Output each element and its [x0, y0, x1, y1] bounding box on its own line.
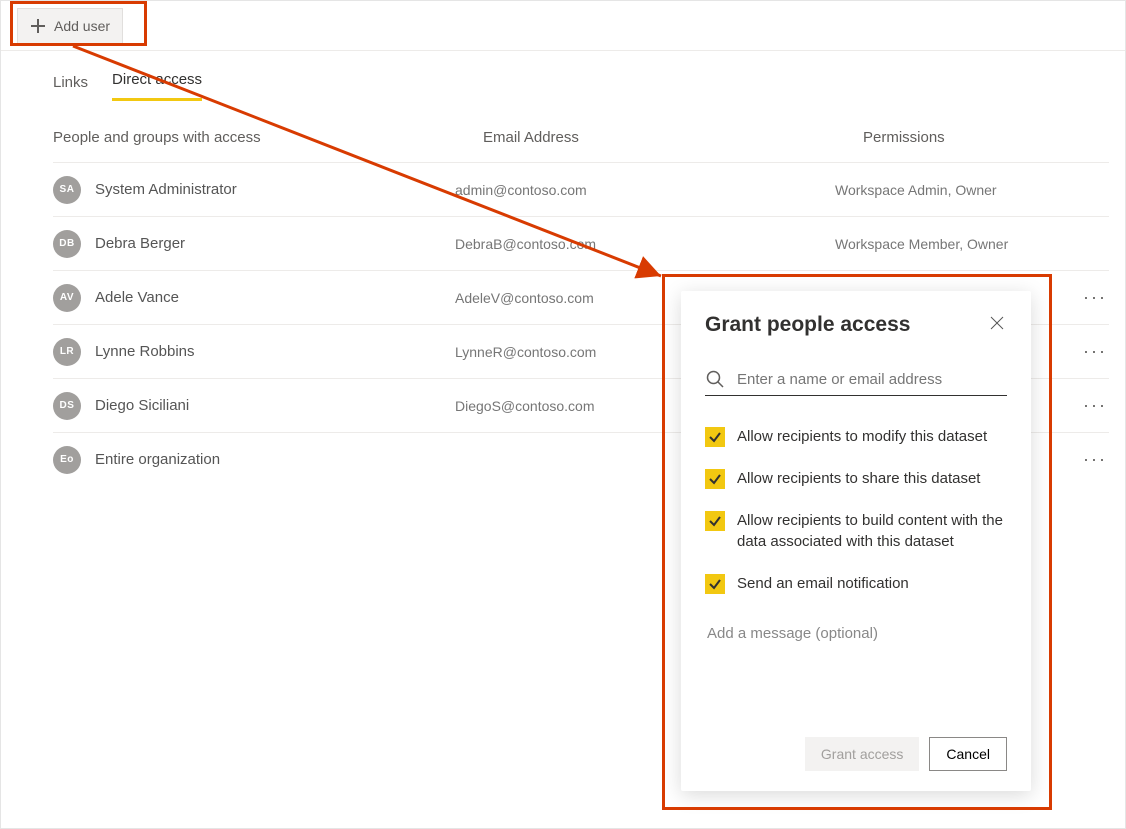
perm-cell: Workspace Admin, Owner — [835, 182, 1109, 198]
table-row: DB Debra Berger DebraB@contoso.com Works… — [53, 216, 1109, 270]
checkbox-icon[interactable] — [705, 511, 725, 531]
dialog-actions: Grant access Cancel — [705, 697, 1007, 771]
row-more-icon[interactable]: ··· — [1081, 284, 1109, 312]
checkbox-icon[interactable] — [705, 427, 725, 447]
header-people: People and groups with access — [53, 129, 483, 146]
name-cell: LR Lynne Robbins — [53, 338, 455, 366]
user-name: System Administrator — [95, 181, 237, 198]
avatar: AV — [53, 284, 81, 312]
tabs: Links Direct access — [1, 51, 1125, 101]
grant-access-dialog: Grant people access Allow recipients to … — [681, 291, 1031, 791]
tab-links[interactable]: Links — [53, 74, 88, 101]
table-header-row: People and groups with access Email Addr… — [53, 101, 1109, 162]
app-frame: Add user Links Direct access People and … — [0, 0, 1126, 829]
user-name: Entire organization — [95, 451, 220, 468]
user-name: Debra Berger — [95, 235, 185, 252]
avatar: DB — [53, 230, 81, 258]
dialog-header: Grant people access — [705, 313, 1007, 337]
options-list: Allow recipients to modify this dataset … — [705, 426, 1007, 595]
option-modify[interactable]: Allow recipients to modify this dataset — [705, 426, 1007, 448]
option-label: Allow recipients to share this dataset — [737, 468, 980, 490]
row-more-icon[interactable]: ··· — [1081, 338, 1109, 366]
add-user-button[interactable]: Add user — [17, 8, 123, 44]
user-name: Diego Siciliani — [95, 397, 189, 414]
name-cell: DB Debra Berger — [53, 230, 455, 258]
header-permissions: Permissions — [863, 129, 1109, 146]
header-email: Email Address — [483, 129, 863, 146]
name-cell: DS Diego Siciliani — [53, 392, 455, 420]
option-build[interactable]: Allow recipients to build content with t… — [705, 510, 1007, 554]
avatar: SA — [53, 176, 81, 204]
avatar: LR — [53, 338, 81, 366]
dialog-title: Grant people access — [705, 313, 910, 337]
checkbox-icon[interactable] — [705, 469, 725, 489]
message-input[interactable]: Add a message (optional) — [705, 625, 1007, 697]
email-cell: DebraB@contoso.com — [455, 236, 835, 252]
checkbox-icon[interactable] — [705, 574, 725, 594]
option-email-notification[interactable]: Send an email notification — [705, 573, 1007, 595]
cancel-button[interactable]: Cancel — [929, 737, 1007, 771]
name-cell: AV Adele Vance — [53, 284, 455, 312]
plus-icon — [30, 18, 46, 34]
row-more-icon[interactable]: ··· — [1081, 446, 1109, 474]
tab-direct-access[interactable]: Direct access — [112, 71, 202, 101]
row-more-icon[interactable]: ··· — [1081, 392, 1109, 420]
search-icon — [705, 369, 725, 389]
option-label: Allow recipients to modify this dataset — [737, 426, 987, 448]
avatar: Eo — [53, 446, 81, 474]
add-user-label: Add user — [54, 18, 110, 34]
toolbar: Add user — [1, 1, 1125, 51]
recipient-input[interactable] — [735, 370, 1007, 389]
perm-cell: Workspace Member, Owner — [835, 236, 1109, 252]
search-row — [705, 369, 1007, 396]
grant-access-button[interactable]: Grant access — [805, 737, 919, 771]
avatar: DS — [53, 392, 81, 420]
email-cell: admin@contoso.com — [455, 182, 835, 198]
name-cell: SA System Administrator — [53, 176, 455, 204]
option-label: Allow recipients to build content with t… — [737, 510, 1007, 554]
option-label: Send an email notification — [737, 573, 909, 595]
close-icon[interactable] — [987, 313, 1007, 333]
user-name: Lynne Robbins — [95, 343, 195, 360]
option-share[interactable]: Allow recipients to share this dataset — [705, 468, 1007, 490]
user-name: Adele Vance — [95, 289, 179, 306]
table-row: SA System Administrator admin@contoso.co… — [53, 162, 1109, 216]
name-cell: Eo Entire organization — [53, 446, 455, 474]
